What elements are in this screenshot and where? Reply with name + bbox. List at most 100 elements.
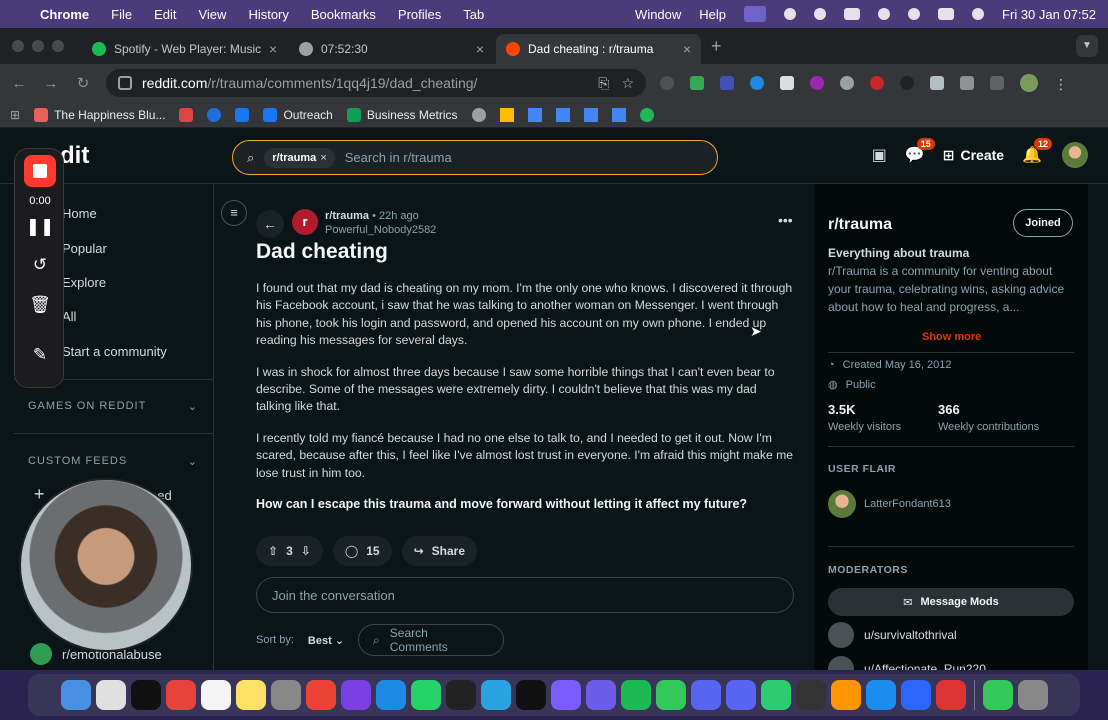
fullscreen-window-button[interactable] — [52, 40, 64, 52]
comment-input[interactable]: Join the conversation — [256, 577, 794, 613]
address-bar[interactable]: reddit.com/r/trauma/comments/1qq4j19/dad… — [106, 69, 646, 97]
tab-search-chevron-icon[interactable]: ▼ — [1076, 35, 1098, 57]
dock-app-icon[interactable] — [270, 680, 301, 710]
nav-home[interactable]: Home — [62, 206, 97, 221]
screen-record-icon[interactable] — [744, 6, 767, 22]
trash-icon[interactable]: 🗑 — [15, 295, 65, 315]
extension-icon[interactable] — [660, 76, 674, 90]
site-info-icon[interactable] — [118, 76, 132, 90]
nav-popular[interactable]: Popular — [62, 241, 107, 256]
menu-file[interactable]: File — [111, 7, 132, 22]
dock-app-icon[interactable] — [795, 680, 826, 710]
forward-arrow-icon[interactable]: → — [42, 75, 60, 92]
subreddit-link[interactable]: r/trauma — [325, 210, 369, 222]
restart-icon[interactable]: ↺ — [15, 255, 65, 275]
bookmark-happiness[interactable]: The Happiness Blu... — [34, 107, 165, 122]
dock-app-icon[interactable] — [690, 680, 721, 710]
menubar-clock[interactable]: Fri 30 Jan 07:52 — [1002, 7, 1096, 22]
puzzle-extensions-icon[interactable] — [960, 76, 974, 90]
spotlight-icon[interactable] — [908, 8, 921, 20]
dock-app-icon[interactable] — [982, 680, 1013, 710]
downvote-icon[interactable]: ⇩ — [301, 544, 311, 558]
pause-icon[interactable]: ❚❚ — [15, 217, 65, 237]
menu-tab[interactable]: Tab — [463, 7, 484, 22]
dock-app-icon[interactable] — [130, 680, 161, 710]
siri-icon[interactable] — [972, 8, 985, 20]
menu-app-name[interactable]: Chrome — [40, 7, 89, 22]
calendar-icon[interactable] — [555, 107, 570, 122]
back-button[interactable]: ← — [256, 210, 284, 238]
install-app-icon[interactable]: ⎘ — [598, 75, 609, 92]
extension-icon[interactable] — [870, 76, 884, 90]
more-options-icon[interactable]: ••• — [778, 212, 793, 228]
extension-icon[interactable] — [900, 76, 914, 90]
browser-tab-clock[interactable]: 07:52:30 × — [289, 34, 494, 64]
bookmark-business-metrics[interactable]: Business Metrics — [346, 107, 458, 122]
drive-icon[interactable] — [499, 107, 514, 122]
dock-app-icon[interactable] — [830, 680, 861, 710]
menu-view[interactable]: View — [198, 7, 226, 22]
extension-icon[interactable] — [750, 76, 764, 90]
moderator-item[interactable]: u/survivaltothrival — [828, 622, 957, 648]
extension-icon[interactable] — [810, 76, 824, 90]
dock-app-icon[interactable] — [515, 680, 546, 710]
dock-app-icon[interactable] — [200, 680, 231, 710]
menu-toggle-icon[interactable]: ≡ — [221, 200, 247, 226]
dock-app-icon[interactable] — [340, 680, 371, 710]
upvote-icon[interactable]: ⇧ — [268, 544, 278, 558]
reload-icon[interactable]: ↻ — [74, 74, 92, 92]
show-more-button[interactable]: Show more — [922, 331, 981, 343]
minimize-window-button[interactable] — [32, 40, 44, 52]
moderator-item[interactable]: u/Affectionate_Run220 — [828, 656, 986, 670]
close-window-button[interactable] — [12, 40, 24, 52]
chatgpt-icon[interactable] — [471, 107, 486, 122]
dock-app-icon[interactable] — [620, 680, 651, 710]
dock-app-icon[interactable] — [165, 680, 196, 710]
custom-feeds-toggle[interactable]: CUSTOM FEEDS ⌄ — [28, 455, 198, 468]
profile-avatar[interactable] — [1020, 74, 1038, 92]
bookmark-facebook[interactable] — [235, 107, 250, 122]
browser-tab-reddit[interactable]: Dad cheating : r/trauma × — [496, 34, 701, 64]
dock-app-icon[interactable] — [480, 680, 511, 710]
dock-app-icon[interactable] — [935, 680, 966, 710]
bookmark-star-icon[interactable]: ☆ — [621, 75, 634, 92]
battery-icon[interactable] — [844, 8, 861, 20]
webcam-bubble[interactable] — [19, 478, 193, 652]
user-flair[interactable]: LatterFondant613 — [828, 490, 951, 518]
maps-icon[interactable] — [583, 107, 598, 122]
bookmark-icon-only[interactable] — [207, 107, 222, 122]
dock-app-icon[interactable] — [1017, 680, 1048, 710]
stop-recording-button[interactable] — [24, 155, 56, 187]
extension-icon[interactable] — [780, 76, 794, 90]
menu-edit[interactable]: Edit — [154, 7, 176, 22]
new-tab-plus-icon[interactable]: + — [711, 36, 722, 57]
dock-app-icon[interactable] — [550, 680, 581, 710]
extension-icon[interactable] — [690, 76, 704, 90]
dock-app-icon[interactable] — [60, 680, 91, 710]
games-section-toggle[interactable]: GAMES ON REDDIT ⌄ — [28, 400, 198, 413]
subreddit-icon[interactable]: r — [292, 209, 318, 235]
play-icon[interactable] — [784, 8, 797, 20]
dock-app-icon[interactable] — [445, 680, 476, 710]
advertise-icon[interactable]: ▣ — [872, 145, 887, 165]
menu-history[interactable]: History — [248, 7, 288, 22]
extension-icon[interactable] — [840, 76, 854, 90]
message-mods-button[interactable]: ✉ Message Mods — [828, 588, 1074, 616]
create-post-button[interactable]: ⊞ Create — [943, 147, 1004, 164]
search-comments-input[interactable]: ⌕ Search Comments — [358, 624, 505, 656]
search-scope-chip[interactable]: r/trauma × — [264, 147, 335, 168]
dock-app-icon[interactable] — [655, 680, 686, 710]
close-tab-icon[interactable]: × — [269, 41, 277, 57]
dock-app-icon[interactable] — [305, 680, 336, 710]
extension-icon[interactable] — [720, 76, 734, 90]
moon-icon[interactable] — [814, 8, 827, 20]
nav-explore[interactable]: Explore — [62, 275, 106, 290]
spotify-icon[interactable] — [639, 107, 654, 122]
joined-button[interactable]: Joined — [1013, 209, 1073, 237]
sort-dropdown[interactable]: Best ⌄ — [308, 634, 344, 647]
menu-bookmarks[interactable]: Bookmarks — [311, 7, 376, 22]
bookmark-outreach[interactable]: Outreach — [263, 107, 333, 122]
wifi-icon[interactable] — [878, 8, 891, 20]
docs-icon[interactable] — [611, 107, 626, 122]
dock-app-icon[interactable] — [95, 680, 126, 710]
